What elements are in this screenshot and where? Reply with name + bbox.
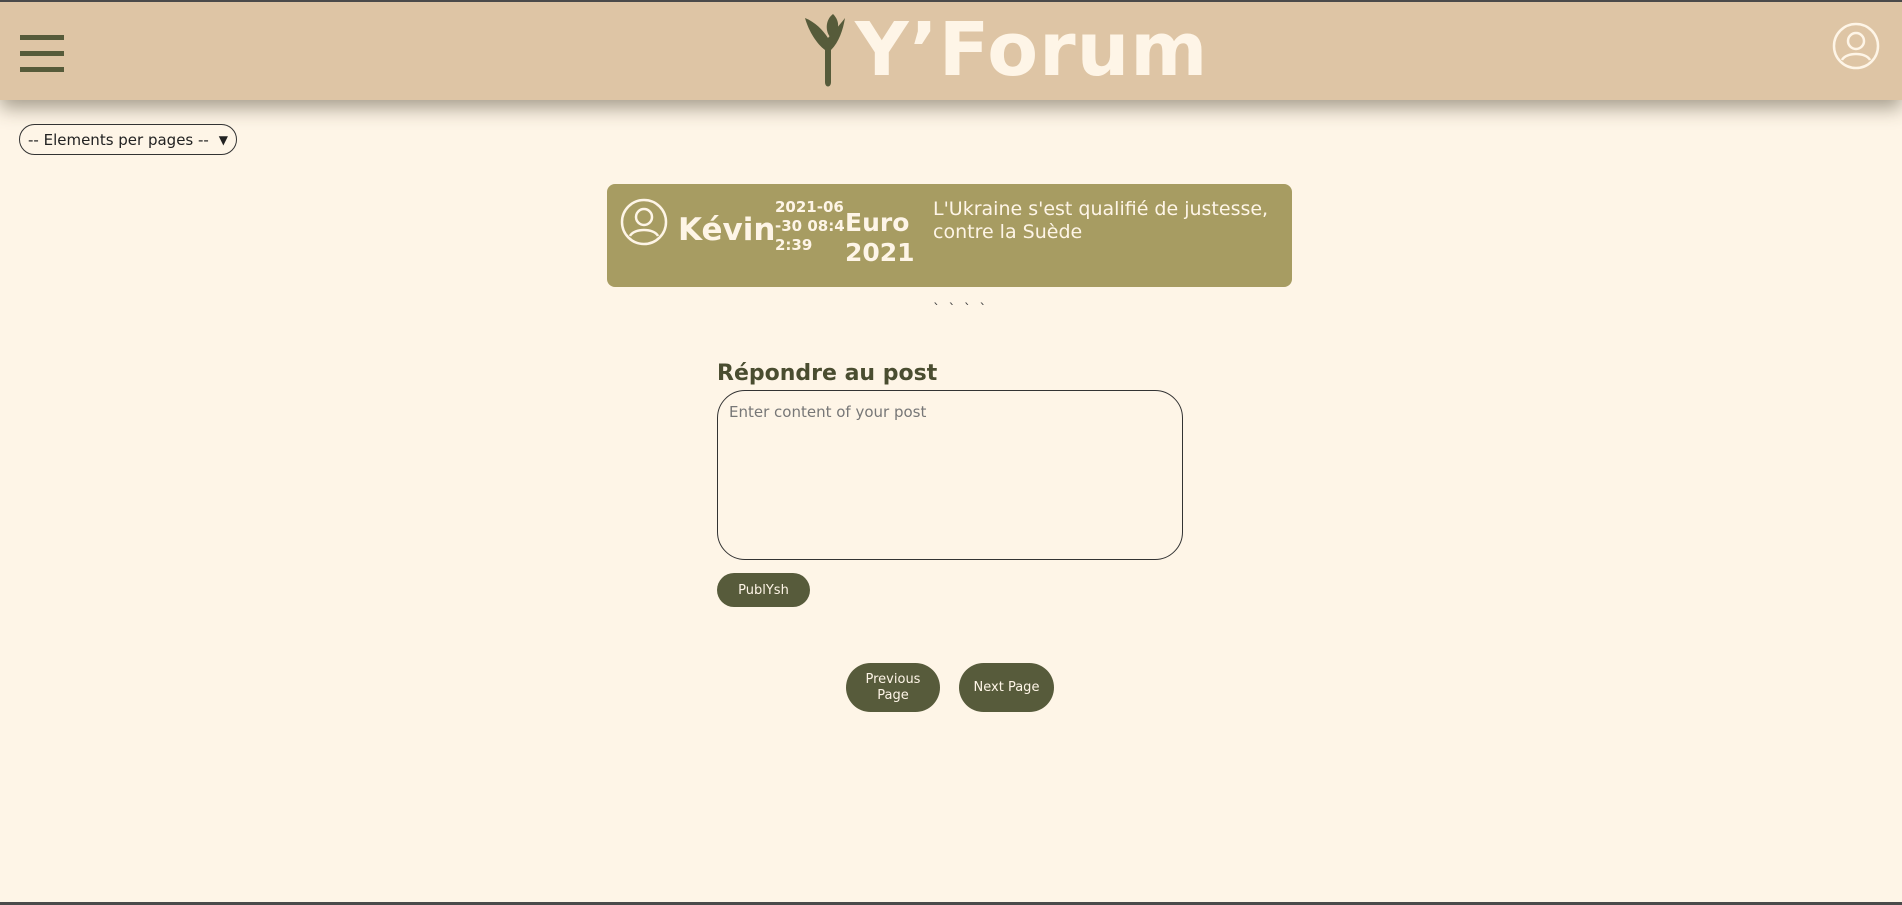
post-card: Kévin 2021-06-30 08:42:39 Euro 2021 L'Uk… (607, 184, 1292, 287)
previous-page-button[interactable]: Previous Page (846, 663, 940, 712)
top-header: Y’Forum (0, 0, 1902, 100)
reply-heading: Répondre au post (717, 361, 938, 386)
reply-content-input[interactable] (717, 390, 1183, 560)
next-page-button[interactable]: Next Page (959, 663, 1054, 712)
post-content: L'Ukraine s'est qualifié de justesse, co… (933, 198, 1269, 243)
post-date: 2021-06-30 08:42:39 (775, 198, 845, 254)
post-author: Kévin (678, 212, 776, 248)
hamburger-menu-icon[interactable] (20, 35, 64, 73)
elements-per-page-select[interactable]: -- Elements per pages -- ▼ (19, 124, 237, 155)
logo-text: Y’Forum (855, 7, 1209, 93)
author-avatar-icon (620, 198, 668, 246)
user-circle-icon[interactable] (1832, 22, 1880, 70)
chevron-down-icon: ▼ (218, 132, 228, 147)
publish-button[interactable]: PublYsh (717, 573, 810, 607)
site-logo[interactable]: Y’Forum (795, 10, 1208, 90)
post-separator: ` ` ` ` (933, 302, 989, 318)
per-page-label: -- Elements per pages -- (28, 130, 209, 149)
leaf-logo-icon (805, 14, 845, 87)
post-title: Euro 2021 (845, 208, 915, 267)
